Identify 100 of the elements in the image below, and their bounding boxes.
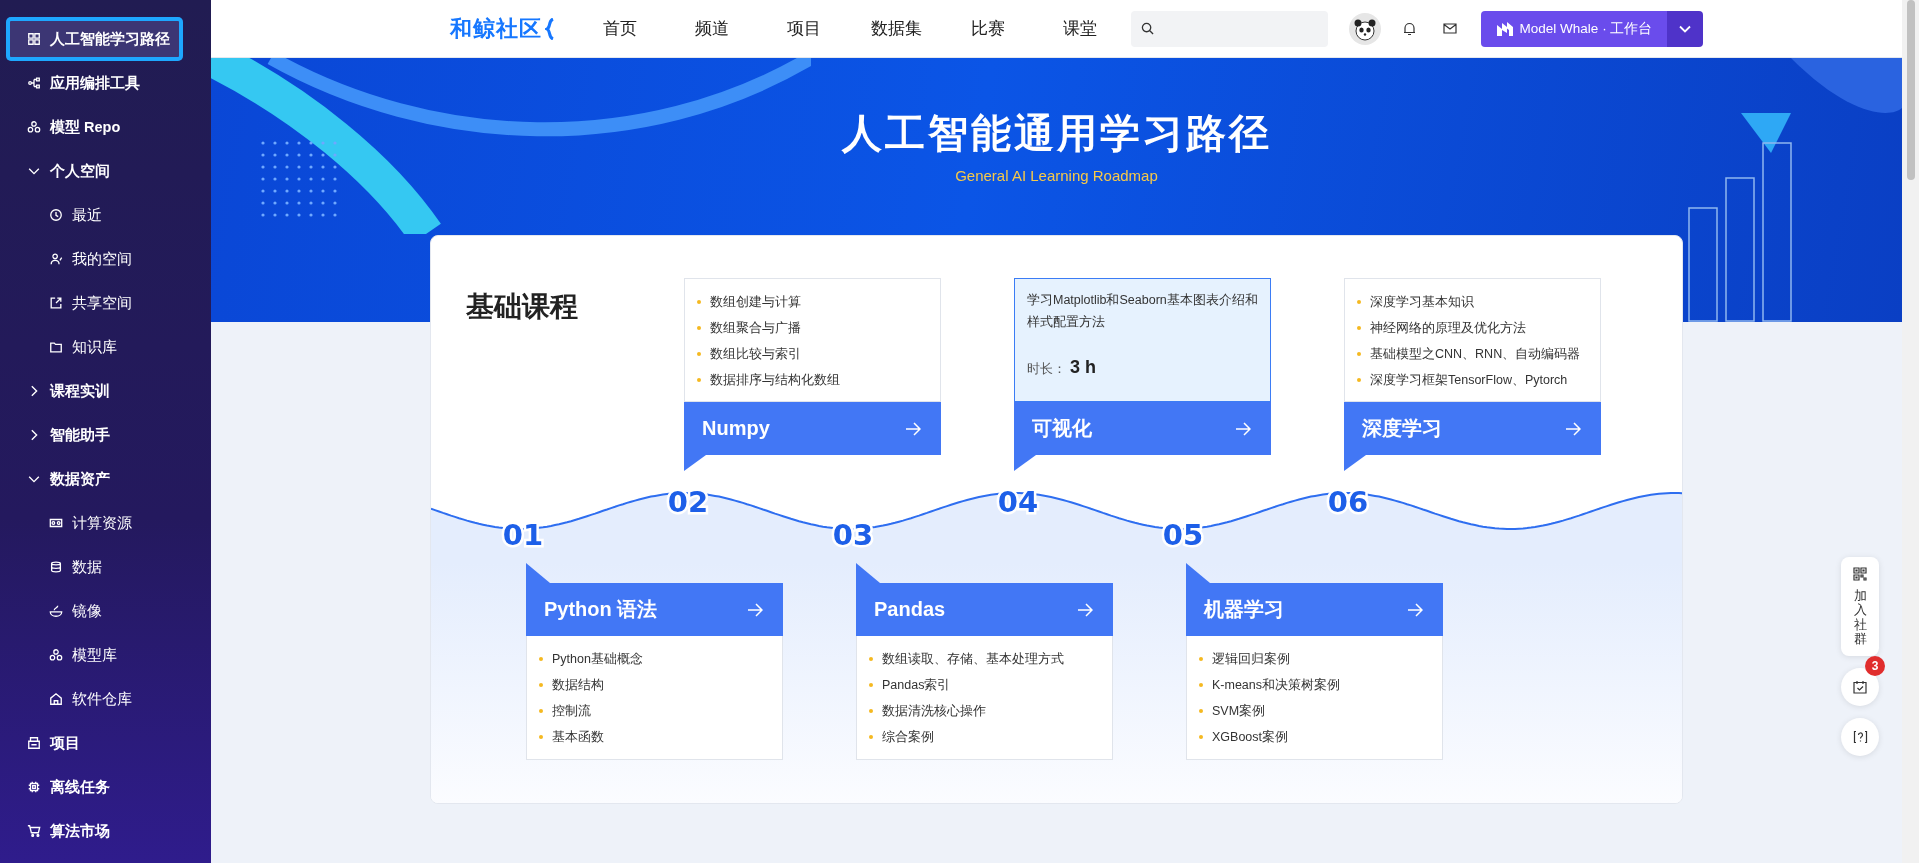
nav-link[interactable]: 比赛 (942, 17, 1034, 40)
sidebar-item[interactable]: 模型 Repo (0, 105, 211, 149)
sidebar-item[interactable]: 课程实训 (0, 369, 211, 413)
sidebar-item[interactable]: 数据 (0, 545, 211, 589)
logo-mark-icon (545, 17, 555, 40)
topic-item: 数据结构 (539, 672, 770, 698)
course-header[interactable]: 深度学习 (1344, 402, 1601, 455)
sidebar-item[interactable]: 知识库 (0, 325, 211, 369)
house-icon (49, 692, 63, 706)
step-number: 01 (502, 518, 544, 552)
topic-item: 深度学习基本知识 (1357, 289, 1588, 315)
section-heading: 基础课程 (466, 290, 579, 324)
step-number: 02 (667, 485, 709, 519)
callout-pointer (684, 455, 706, 471)
arrow-right-icon (1407, 602, 1423, 617)
topic-item: XGBoost案例 (1199, 724, 1430, 750)
banner-title: 人工智能通用学习路径 (841, 110, 1272, 157)
folder-icon (49, 340, 63, 354)
callout-pointer (1344, 455, 1366, 471)
bowl-icon (49, 604, 63, 618)
course-header[interactable]: Python 语法 (526, 583, 783, 636)
sidebar-item[interactable]: 算法市场 (0, 809, 211, 853)
sidebar-item[interactable]: 人工智能学习路径 (6, 17, 183, 61)
sidebar-item[interactable]: 最近 (0, 193, 211, 237)
topic-item: 数组比较与索引 (697, 341, 928, 367)
chevron-down-icon (1679, 24, 1691, 33)
sidebar-item[interactable]: 软件仓库 (0, 677, 211, 721)
help-icon (1852, 729, 1868, 745)
tray-icon (27, 736, 41, 750)
course-header[interactable]: 可视化 (1014, 402, 1271, 455)
cart-icon (27, 824, 41, 838)
topic-item: 数组读取、存储、基本处理方式 (869, 646, 1100, 672)
arrow-right-icon (1077, 602, 1093, 617)
callout-pointer (1186, 563, 1210, 583)
callout-pointer (856, 563, 880, 583)
nav-link[interactable]: 课堂 (1034, 17, 1126, 40)
topic-item: 深度学习框架TensorFlow、Pytorch (1357, 367, 1588, 393)
topic-item: 数据排序与结构化数组 (697, 367, 928, 393)
site-logo[interactable]: 和鲸社区 (450, 13, 542, 44)
nav-link[interactable]: 首页 (574, 17, 666, 40)
topic-item: 基础模型之CNN、RNN、自动编码器 (1357, 341, 1588, 367)
mail-icon[interactable] (1443, 23, 1457, 34)
cubes-icon (49, 648, 63, 662)
topic-item: 数组创建与计算 (697, 289, 928, 315)
user-icon (49, 252, 63, 266)
course-description: 学习Matplotlib和Seaborn基本图表介绍和样式配置方法 (1027, 292, 1258, 331)
whale-logo-icon (1495, 20, 1514, 37)
topic-item: 综合案例 (869, 724, 1100, 750)
sidebar-item[interactable]: 计算资源 (0, 501, 211, 545)
arrow-right-icon (1565, 421, 1581, 436)
step-number: 05 (1162, 518, 1204, 552)
duration-label: 时长： (1027, 361, 1066, 378)
sidebar-item[interactable]: 智能助手 (0, 413, 211, 457)
sidebar-item[interactable]: 数据资产 (0, 457, 211, 501)
sidebar-item[interactable]: 应用编排工具 (0, 61, 211, 105)
cubes-icon (27, 120, 41, 134)
nodes-icon (27, 76, 41, 90)
workbench-button[interactable]: Model Whale · 工作台 (1481, 10, 1667, 47)
sidebar-item[interactable]: 我的空间 (0, 237, 211, 281)
topic-item: 基本函数 (539, 724, 770, 750)
course-header[interactable]: Pandas (856, 583, 1113, 636)
scrollbar[interactable] (1902, 0, 1919, 863)
sidebar-item[interactable]: 个人空间 (0, 149, 211, 193)
topic-item: Python基础概念 (539, 646, 770, 672)
arrow-right-icon (1235, 421, 1251, 436)
topic-item: 神经网络的原理及优化方法 (1357, 315, 1588, 341)
join-community-button[interactable]: 加入社群 (1841, 557, 1879, 657)
sidebar-item[interactable]: 项目 (0, 721, 211, 765)
sidebar-item[interactable]: 共享空间 (0, 281, 211, 325)
nav-link[interactable]: 项目 (758, 17, 850, 40)
clock-icon (49, 208, 63, 222)
step-number: 06 (1327, 485, 1369, 519)
qr-code-icon (1853, 567, 1867, 581)
search-field[interactable] (1131, 10, 1328, 47)
callout-pointer (1014, 455, 1036, 471)
step-number: 03 (832, 518, 874, 552)
callout-pointer (526, 563, 550, 583)
sidebar-item[interactable]: 离线任务 (0, 765, 211, 809)
chip-icon (27, 780, 41, 794)
banner-subtitle: General AI Learning Roadmap (955, 167, 1158, 184)
nav-link[interactable]: 数据集 (850, 17, 942, 40)
course-header[interactable]: 机器学习 (1186, 583, 1443, 636)
dropdown-toggle[interactable] (1667, 10, 1703, 47)
compute-card-icon (49, 516, 63, 530)
topic-item: K-means和决策树案例 (1199, 672, 1430, 698)
step-number: 04 (997, 485, 1039, 519)
avatar-icon[interactable] (1349, 12, 1381, 45)
topic-item: Pandas索引 (869, 672, 1100, 698)
grid-icon (27, 32, 41, 46)
sidebar-item[interactable]: 镜像 (0, 589, 211, 633)
nav-link[interactable]: 频道 (666, 17, 758, 40)
course-header[interactable]: Numpy (684, 402, 941, 455)
sidebar-item[interactable]: 模型库 (0, 633, 211, 677)
search-icon (1141, 22, 1154, 35)
topic-item: 逻辑回归案例 (1199, 646, 1430, 672)
bell-icon[interactable] (1403, 21, 1416, 36)
duration-value: 3 h (1070, 357, 1096, 378)
database-icon (49, 560, 63, 574)
calendar-check-icon (1853, 680, 1867, 695)
topic-item: 数据清洗核心操作 (869, 698, 1100, 724)
